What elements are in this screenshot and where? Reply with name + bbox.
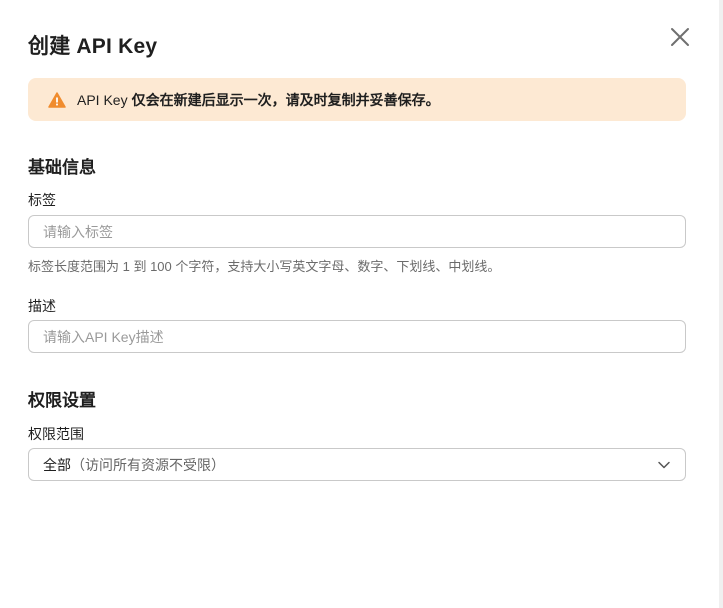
basic-info-heading: 基础信息 xyxy=(28,158,96,177)
warning-alert: API Key 仅会在新建后显示一次，请及时复制并妥善保存。 xyxy=(28,78,686,121)
chevron-down-icon xyxy=(657,458,671,472)
description-label: 描述 xyxy=(28,298,56,314)
scope-selected-value: 全部 xyxy=(43,456,71,473)
tag-input[interactable] xyxy=(28,215,686,248)
alert-message: 仅会在新建后显示一次，请及时复制并妥善保存。 xyxy=(131,91,440,108)
warning-icon xyxy=(48,91,66,108)
scope-selected-desc: （访问所有资源不受限） xyxy=(71,456,225,473)
scope-select[interactable]: 全部 （访问所有资源不受限） xyxy=(28,448,686,481)
tag-hint: 标签长度范围为 1 到 100 个字符，支持大小写英文字母、数字、下划线、中划线… xyxy=(28,259,501,274)
alert-prefix: API Key xyxy=(77,91,128,108)
tag-label: 标签 xyxy=(28,192,56,208)
close-icon[interactable] xyxy=(668,25,692,49)
dialog-title: 创建 API Key xyxy=(28,35,158,58)
description-input[interactable] xyxy=(28,320,686,353)
permissions-heading: 权限设置 xyxy=(28,391,96,410)
scope-label: 权限范围 xyxy=(28,426,84,442)
create-api-key-dialog: 创建 API Key API Key 仅会在新建后显示一次，请及时复制并妥善保存… xyxy=(0,0,723,608)
scrollbar-track xyxy=(719,0,723,608)
